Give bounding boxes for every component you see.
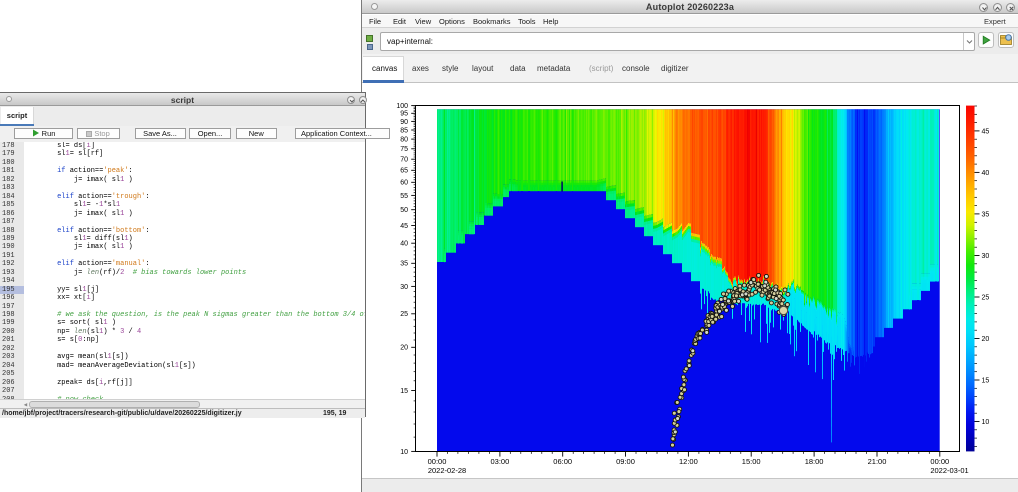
svg-text:30: 30 — [400, 284, 408, 291]
svg-text:00:00: 00:00 — [930, 457, 949, 466]
svg-text:2022-03-01: 2022-03-01 — [930, 466, 968, 475]
svg-text:45: 45 — [982, 128, 990, 135]
svg-text:10: 10 — [982, 419, 990, 426]
svg-text:45: 45 — [400, 223, 408, 230]
svg-text:20: 20 — [982, 336, 990, 343]
svg-text:100: 100 — [396, 103, 408, 110]
svg-text:50: 50 — [400, 207, 408, 214]
svg-text:70: 70 — [400, 157, 408, 164]
svg-text:35: 35 — [982, 211, 990, 218]
svg-text:06:00: 06:00 — [553, 457, 572, 466]
svg-text:09:00: 09:00 — [616, 457, 635, 466]
svg-text:75: 75 — [400, 146, 408, 153]
svg-text:35: 35 — [400, 261, 408, 268]
svg-text:2022-02-28: 2022-02-28 — [428, 466, 466, 475]
svg-text:15:00: 15:00 — [742, 457, 761, 466]
svg-text:20: 20 — [400, 345, 408, 352]
svg-text:25: 25 — [982, 294, 990, 301]
svg-text:95: 95 — [400, 111, 408, 118]
svg-text:40: 40 — [400, 241, 408, 248]
svg-text:00:00: 00:00 — [428, 457, 447, 466]
svg-text:80: 80 — [400, 137, 408, 144]
svg-text:03:00: 03:00 — [491, 457, 510, 466]
svg-text:85: 85 — [400, 127, 408, 134]
svg-text:60: 60 — [400, 180, 408, 187]
svg-text:40: 40 — [982, 170, 990, 177]
svg-text:12:00: 12:00 — [679, 457, 698, 466]
svg-text:25: 25 — [400, 311, 408, 318]
svg-text:90: 90 — [400, 119, 408, 126]
svg-text:65: 65 — [400, 168, 408, 175]
svg-text:55: 55 — [400, 193, 408, 200]
svg-text:15: 15 — [400, 388, 408, 395]
svg-text:30: 30 — [982, 253, 990, 260]
svg-text:18:00: 18:00 — [805, 457, 824, 466]
svg-text:10: 10 — [400, 449, 408, 456]
svg-text:15: 15 — [982, 377, 990, 384]
svg-text:21:00: 21:00 — [868, 457, 887, 466]
